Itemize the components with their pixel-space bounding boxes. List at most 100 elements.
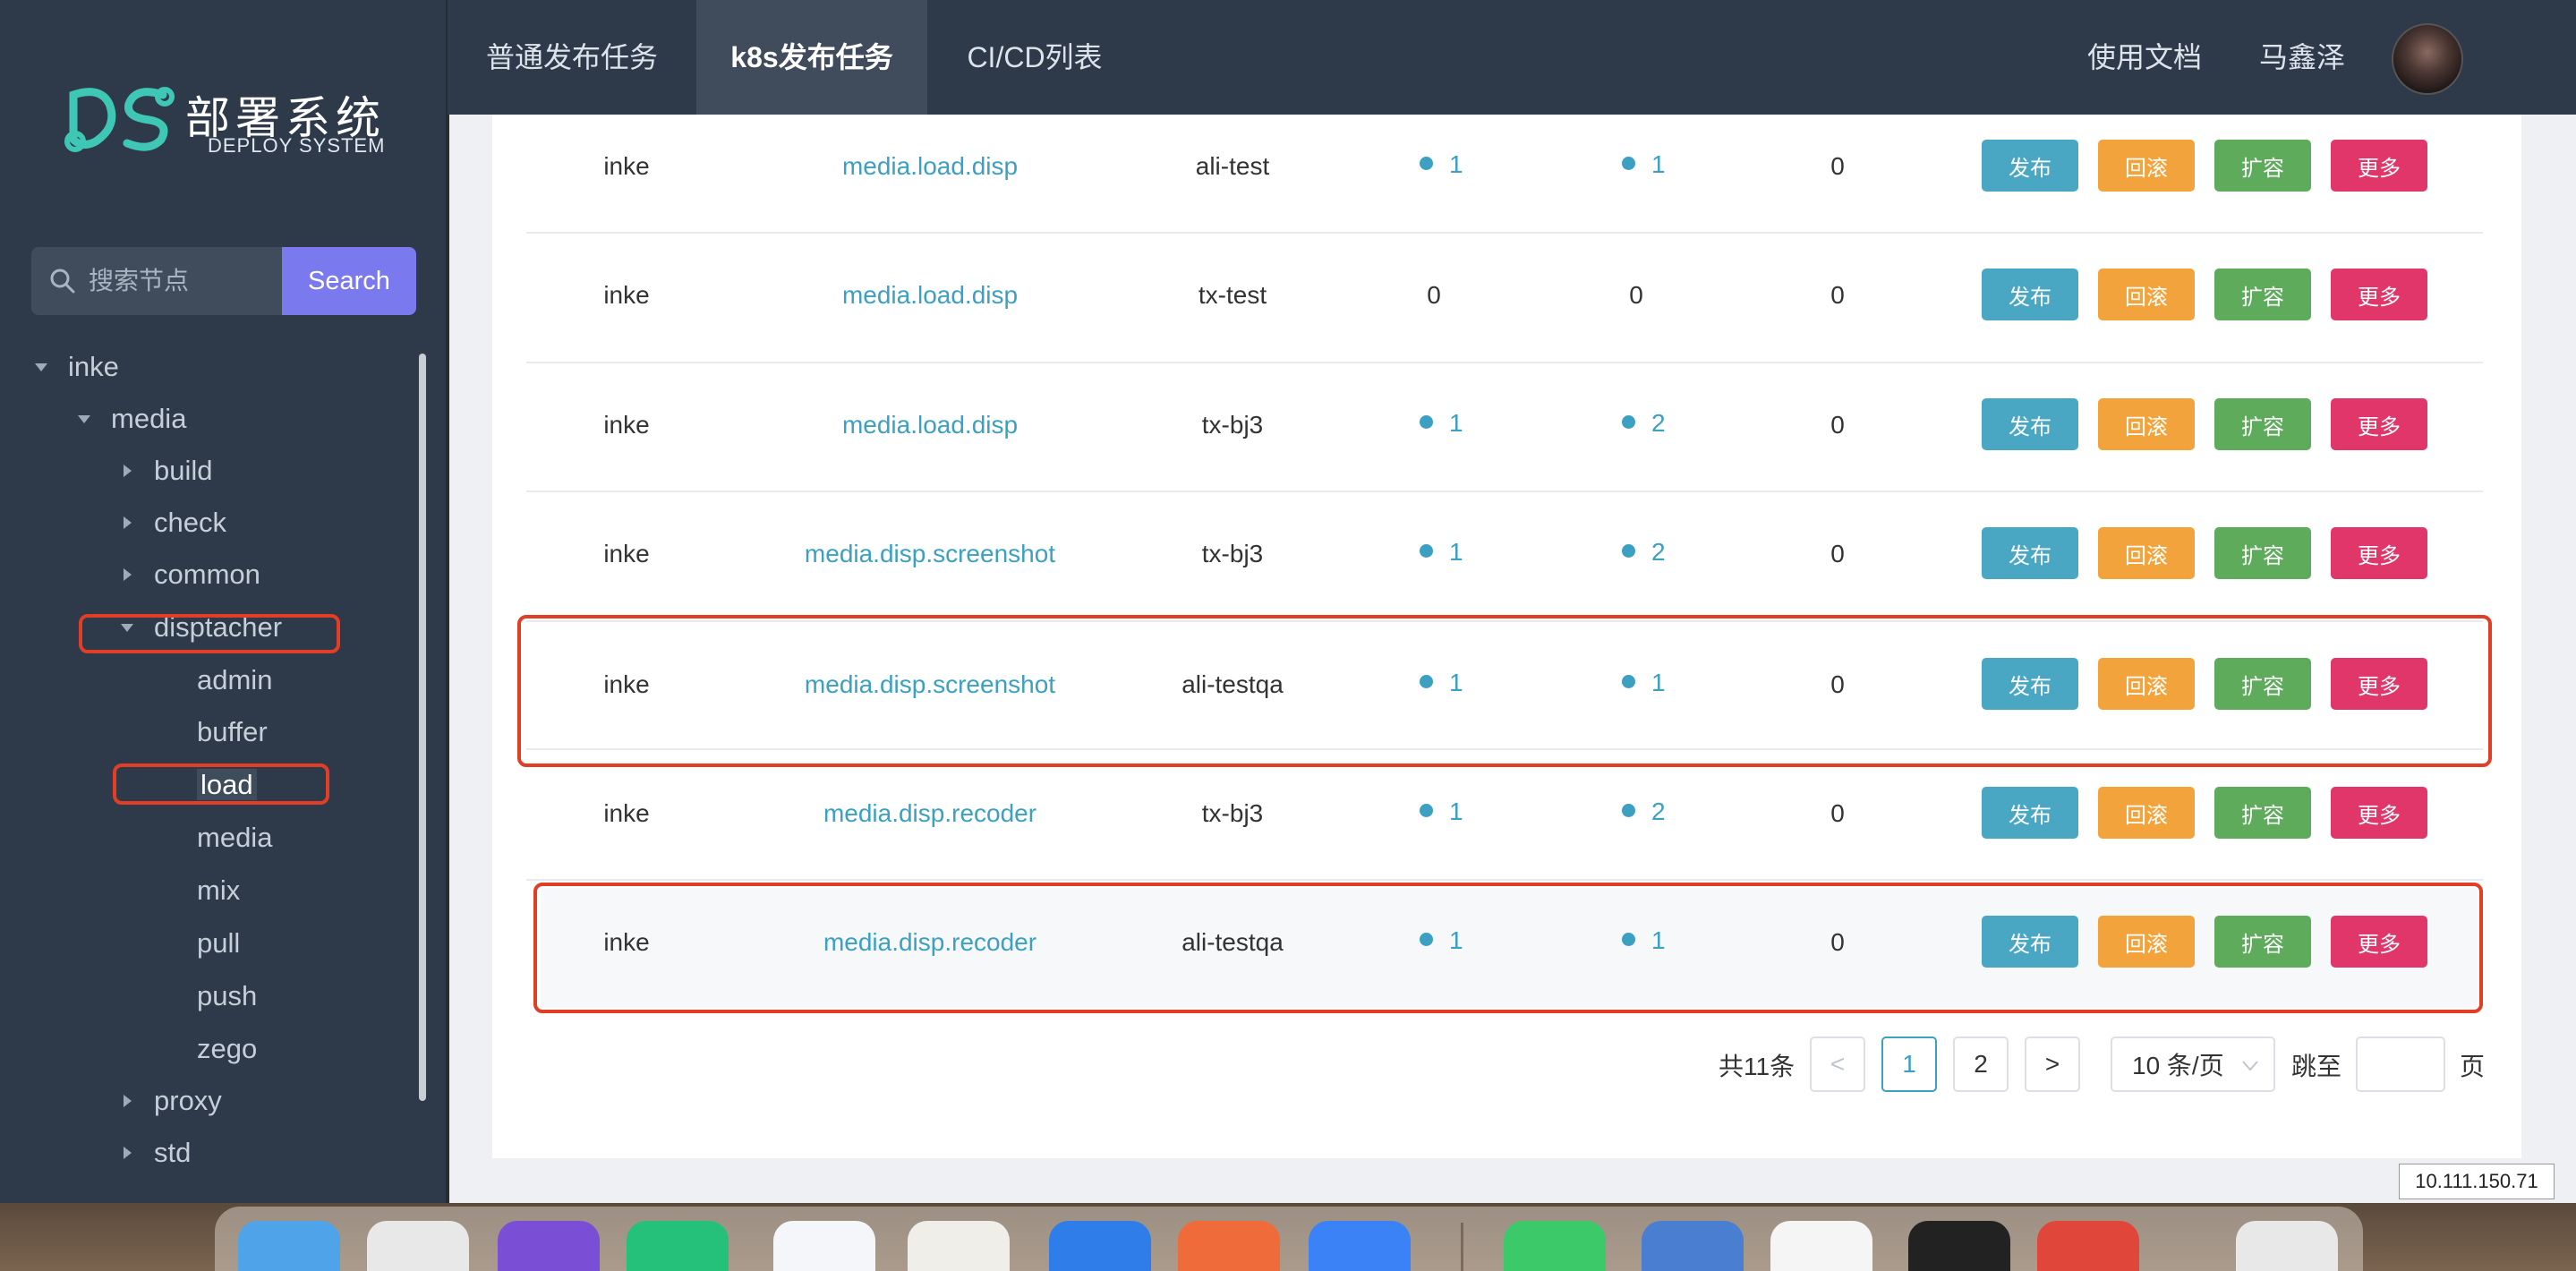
rollback-button[interactable]: 回滚 xyxy=(2098,527,2195,579)
trash-icon[interactable] xyxy=(2236,1221,2338,1271)
tree-node-build[interactable]: build xyxy=(123,451,213,490)
logo-subtitle: DEPLOY SYSTEM xyxy=(208,134,386,157)
tree-node-inke[interactable]: inke xyxy=(35,347,119,387)
tree-node-mix[interactable]: mix xyxy=(197,871,240,910)
more-button[interactable]: 更多 xyxy=(2331,787,2427,839)
tree-node-zego[interactable]: zego xyxy=(197,1029,257,1069)
chrome-icon[interactable] xyxy=(367,1221,469,1271)
cell-service-link[interactable]: media.load.disp xyxy=(842,152,1018,181)
caret-right-icon[interactable] xyxy=(118,1081,136,1121)
count-value: 1 xyxy=(1449,798,1463,825)
cell-count-b: 2 xyxy=(1622,798,1666,826)
cell-service-link[interactable]: media.disp.recoder xyxy=(823,799,1036,828)
status-dot-icon xyxy=(1622,415,1635,430)
pagination-next[interactable]: > xyxy=(2025,1036,2080,1092)
tree-node-label: buffer xyxy=(197,716,268,747)
rollback-button[interactable]: 回滚 xyxy=(2098,787,2195,839)
jump-input[interactable] xyxy=(2356,1036,2445,1092)
tree-node-proxy[interactable]: proxy xyxy=(123,1081,222,1121)
more-button[interactable]: 更多 xyxy=(2331,527,2427,579)
cell-service-link[interactable]: media.load.disp xyxy=(842,411,1018,439)
sequel-pro-icon[interactable] xyxy=(908,1221,1010,1271)
pdf-icon[interactable] xyxy=(2037,1221,2139,1271)
pagination-prev[interactable]: < xyxy=(1810,1036,1865,1092)
scale-button[interactable]: 扩容 xyxy=(2214,140,2311,192)
more-button[interactable]: 更多 xyxy=(2331,140,2427,192)
vscode-icon[interactable] xyxy=(773,1221,875,1271)
publish-button[interactable]: 发布 xyxy=(1982,398,2078,450)
scale-button[interactable]: 扩容 xyxy=(2214,398,2311,450)
publish-button[interactable]: 发布 xyxy=(1982,140,2078,192)
tree-node-label: zego xyxy=(197,1033,258,1064)
tree-scrollbar[interactable] xyxy=(419,354,426,1101)
pagination-page-1[interactable]: 1 xyxy=(1881,1036,1937,1092)
row-divider xyxy=(526,490,2483,492)
publish-button[interactable]: 发布 xyxy=(1982,269,2078,320)
tree-node-check[interactable]: check xyxy=(123,503,226,542)
cell-cluster: tx-bj3 xyxy=(1201,411,1264,439)
tree-node-std[interactable]: std xyxy=(123,1133,191,1173)
tree-node-common[interactable]: common xyxy=(123,555,260,594)
caret-right-icon[interactable] xyxy=(118,503,136,542)
tree-node-media[interactable]: media xyxy=(78,399,186,439)
row-divider xyxy=(526,232,2483,234)
postman-icon[interactable] xyxy=(1178,1221,1280,1271)
tab-1[interactable]: k8s发布任务 xyxy=(696,0,927,115)
caret-right-icon[interactable] xyxy=(118,555,136,594)
app-logo[interactable]: 部署系统 DEPLOY SYSTEM xyxy=(64,77,387,166)
wechat-icon[interactable] xyxy=(1504,1221,1606,1271)
scale-button[interactable]: 扩容 xyxy=(2214,787,2311,839)
search-input[interactable] xyxy=(89,267,268,295)
tree-node-push[interactable]: push xyxy=(197,977,257,1016)
cell-project: inke xyxy=(603,411,650,439)
tree-node-pull[interactable]: pull xyxy=(197,924,240,963)
rollback-button[interactable]: 回滚 xyxy=(2098,140,2195,192)
highlight-disptacher xyxy=(79,614,340,653)
caret-down-icon[interactable] xyxy=(75,399,93,439)
pagination-page-2[interactable]: 2 xyxy=(1953,1036,2009,1092)
cell-service-link[interactable]: media.load.disp xyxy=(842,281,1018,310)
tab-2[interactable]: CI/CD列表 xyxy=(927,0,1142,115)
rollback-button[interactable]: 回滚 xyxy=(2098,269,2195,320)
dock-separator xyxy=(1461,1223,1463,1271)
cell-project: inke xyxy=(603,152,650,180)
highlight-row-5 xyxy=(517,615,2492,767)
ip-address-tag: 10.111.150.71 xyxy=(2399,1164,2555,1199)
typora-icon[interactable] xyxy=(1770,1221,1872,1271)
more-button[interactable]: 更多 xyxy=(2331,398,2427,450)
cell-count-b: 2 xyxy=(1622,538,1666,567)
cell-cluster: ali-test xyxy=(1195,152,1270,180)
search-button[interactable]: Search xyxy=(282,247,416,315)
clion-icon[interactable] xyxy=(627,1221,729,1271)
goland-icon[interactable] xyxy=(498,1221,600,1271)
page-size-select[interactable]: 10 条/页 xyxy=(2111,1036,2275,1092)
finder-icon[interactable] xyxy=(238,1221,340,1271)
caret-right-icon[interactable] xyxy=(118,451,136,490)
safari-icon[interactable] xyxy=(1049,1221,1151,1271)
lark-icon[interactable] xyxy=(1309,1221,1411,1271)
caret-right-icon[interactable] xyxy=(118,1133,136,1173)
tree-node-label: check xyxy=(154,507,226,538)
jump-label: 跳至 xyxy=(2291,1053,2342,1080)
publish-button[interactable]: 发布 xyxy=(1982,787,2078,839)
tree-node-admin[interactable]: admin xyxy=(197,661,272,700)
cell-count-a: 1 xyxy=(1420,538,1463,567)
terminal-icon[interactable] xyxy=(1908,1221,2010,1271)
search-field[interactable] xyxy=(31,247,282,315)
cell-service-link[interactable]: media.disp.screenshot xyxy=(805,540,1055,568)
user-avatar[interactable] xyxy=(2392,23,2463,95)
tree-node-media[interactable]: media xyxy=(197,818,272,857)
scale-button[interactable]: 扩容 xyxy=(2214,527,2311,579)
publish-button[interactable]: 发布 xyxy=(1982,527,2078,579)
dictionary-icon[interactable] xyxy=(1642,1221,1744,1271)
chevron-down-icon xyxy=(2242,1061,2258,1071)
scale-button[interactable]: 扩容 xyxy=(2214,269,2311,320)
tab-0[interactable]: 普通发布任务 xyxy=(448,0,696,115)
caret-down-icon[interactable] xyxy=(32,347,50,387)
tree-node-buffer[interactable]: buffer xyxy=(197,712,268,752)
user-name[interactable]: 马鑫泽 xyxy=(2259,0,2345,115)
more-button[interactable]: 更多 xyxy=(2331,269,2427,320)
rollback-button[interactable]: 回滚 xyxy=(2098,398,2195,450)
status-dot-icon xyxy=(1420,157,1433,171)
docs-link[interactable]: 使用文档 xyxy=(2087,0,2202,115)
